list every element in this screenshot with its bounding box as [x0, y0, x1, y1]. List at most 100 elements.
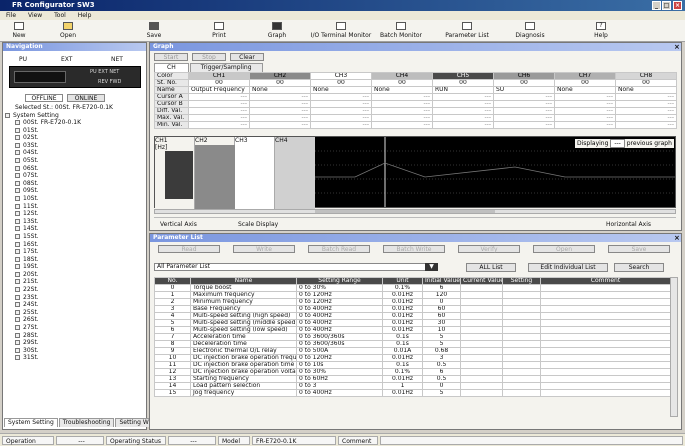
table-cell[interactable] [460, 326, 503, 334]
table-row[interactable]: 14 Load pattern selection 0 to 310 [154, 382, 671, 390]
graph-scrollbar[interactable] [154, 209, 676, 214]
table-cell[interactable] [540, 389, 671, 397]
table-cell[interactable] [460, 333, 503, 341]
table-cell[interactable] [502, 354, 541, 362]
channel-color-swatch[interactable]: CH4 [371, 72, 433, 80]
table-cell[interactable] [502, 319, 541, 327]
table-cell[interactable] [502, 375, 541, 383]
table-cell[interactable] [540, 375, 671, 383]
tree-station-item[interactable]: 22St. [15, 286, 143, 294]
table-cell[interactable] [540, 333, 671, 341]
column-header[interactable]: Unit [382, 277, 423, 285]
table-row[interactable]: 2 Minimum frequency 0 to 120Hz 0.01Hz 0 [154, 298, 671, 306]
table-row[interactable]: 1 Maximum frequency 0 to 120Hz 0.01Hz 120 [154, 291, 671, 299]
tree-station-item[interactable]: 01St. [15, 127, 143, 135]
graph-stop-button[interactable]: Stop [192, 53, 226, 61]
table-row[interactable]: 9 Electronic thermal O/L relay 0 to 500A 0.… [154, 347, 671, 355]
tree-station-item[interactable]: 06St. [15, 165, 143, 173]
tree-station-item[interactable]: 07St. [15, 172, 143, 180]
horizontal-axis-label[interactable]: Horizontal Axis [606, 221, 651, 228]
menu-file[interactable]: File [6, 12, 16, 19]
tree-station-item[interactable]: 15St. [15, 233, 143, 241]
chevron-down-icon[interactable]: ▼ [425, 263, 438, 271]
table-cell[interactable] [460, 291, 503, 299]
tab-trigger-sampling[interactable]: Trigger/Sampling [189, 63, 263, 72]
params-close-icon[interactable]: × [674, 234, 680, 242]
graph-clear-button[interactable]: Clear [230, 53, 264, 61]
mode-ext[interactable]: EXT [61, 56, 72, 63]
column-header[interactable]: Current Value [460, 277, 503, 285]
table-cell[interactable] [540, 354, 671, 362]
maximize-button[interactable]: □ [662, 1, 671, 10]
graph-close-icon[interactable]: × [674, 43, 680, 51]
param-save-button[interactable]: Save [608, 245, 670, 253]
new-button[interactable]: New [6, 22, 32, 40]
graph-start-button[interactable]: Start [154, 53, 188, 61]
table-row[interactable]: 7 Acceleration time 0 to 3600/360s 0.1s 5 [154, 333, 671, 341]
table-row[interactable]: 3 Base Frequency 0 to 400Hz 0.01Hz 60 [154, 305, 671, 313]
table-row[interactable]: 5 Multi-speed setting (middle speed) 0 to … [154, 319, 671, 327]
channel-color-swatch[interactable]: CH2 [249, 72, 311, 80]
parameter-scrollbar[interactable] [670, 277, 678, 417]
help-button[interactable]: ? Help [588, 22, 614, 40]
tab-system-setting[interactable]: System Setting [4, 418, 58, 427]
table-cell[interactable] [502, 340, 541, 348]
open-button[interactable]: Open [55, 22, 81, 40]
mode-pu[interactable]: PU [19, 56, 27, 63]
table-cell[interactable] [540, 305, 671, 313]
tree-station-item[interactable]: 17St. [15, 248, 143, 256]
table-cell[interactable] [502, 326, 541, 334]
graph-scroll-thumb[interactable] [315, 210, 495, 213]
scale-display-label[interactable]: Scale Display [238, 221, 278, 228]
tree-station-item[interactable]: 19St. [15, 263, 143, 271]
tree-station-item[interactable]: 23St. [15, 294, 143, 302]
save-button[interactable]: Save [141, 22, 167, 40]
channel-color-swatch[interactable]: CH5 [432, 72, 494, 80]
table-cell[interactable] [460, 382, 503, 390]
tree-station-item[interactable]: 10St. [15, 195, 143, 203]
tree-station-item[interactable]: 05St. [15, 157, 143, 165]
table-cell[interactable] [540, 361, 671, 369]
table-cell[interactable] [460, 340, 503, 348]
table-cell[interactable] [502, 284, 541, 292]
menu-view[interactable]: View [28, 12, 42, 19]
channel-station-no[interactable]: 00 [188, 79, 250, 87]
table-cell[interactable] [540, 319, 671, 327]
param-open-button[interactable]: Open [533, 245, 595, 253]
channel-color-swatch[interactable]: CH3 [310, 72, 372, 80]
table-cell[interactable] [502, 333, 541, 341]
tree-station-item[interactable]: 04St. [15, 149, 143, 157]
menu-help[interactable]: Help [78, 12, 92, 19]
table-cell[interactable] [502, 382, 541, 390]
edit-individual-list-button[interactable]: Edit Individual List [528, 263, 608, 272]
table-cell[interactable] [460, 298, 503, 306]
table-cell[interactable] [540, 312, 671, 320]
channel-station-no[interactable]: 00 [249, 79, 311, 87]
column-header[interactable]: Setting [502, 277, 541, 285]
tree-station-item[interactable]: 31St. [15, 354, 143, 362]
channel-color-swatch[interactable]: CH6 [493, 72, 555, 80]
table-row[interactable]: 11 DC injection brake operation time 0 to … [154, 361, 671, 369]
graph-button[interactable]: Graph [264, 22, 290, 40]
table-cell[interactable] [460, 354, 503, 362]
tree-station-item[interactable]: 09St. [15, 187, 143, 195]
table-cell[interactable] [540, 382, 671, 390]
tree-station-item[interactable]: 29St. [15, 339, 143, 347]
channel-color-swatch[interactable]: CH7 [554, 72, 616, 80]
table-cell[interactable] [502, 347, 541, 355]
parameter-list-select[interactable]: All Parameter List [154, 263, 438, 271]
table-cell[interactable] [460, 305, 503, 313]
close-button[interactable]: × [673, 1, 682, 10]
table-cell[interactable] [502, 298, 541, 306]
channel-name[interactable]: None [310, 86, 372, 94]
tree-station-item[interactable]: 24St. [15, 301, 143, 309]
column-header[interactable]: Setting Range [296, 277, 383, 285]
table-row[interactable]: 6 Multi-speed setting (low speed) 0 to 400… [154, 326, 671, 334]
table-row[interactable]: 0 Torque boost 0 to 30% 0.1% 6 [154, 284, 671, 292]
channel-color-swatch[interactable]: CH8 [615, 72, 677, 80]
table-cell[interactable] [502, 361, 541, 369]
displaying-select[interactable]: --- [610, 139, 625, 148]
table-cell[interactable] [502, 291, 541, 299]
channel-station-no[interactable]: 00 [371, 79, 433, 87]
table-cell[interactable] [460, 375, 503, 383]
